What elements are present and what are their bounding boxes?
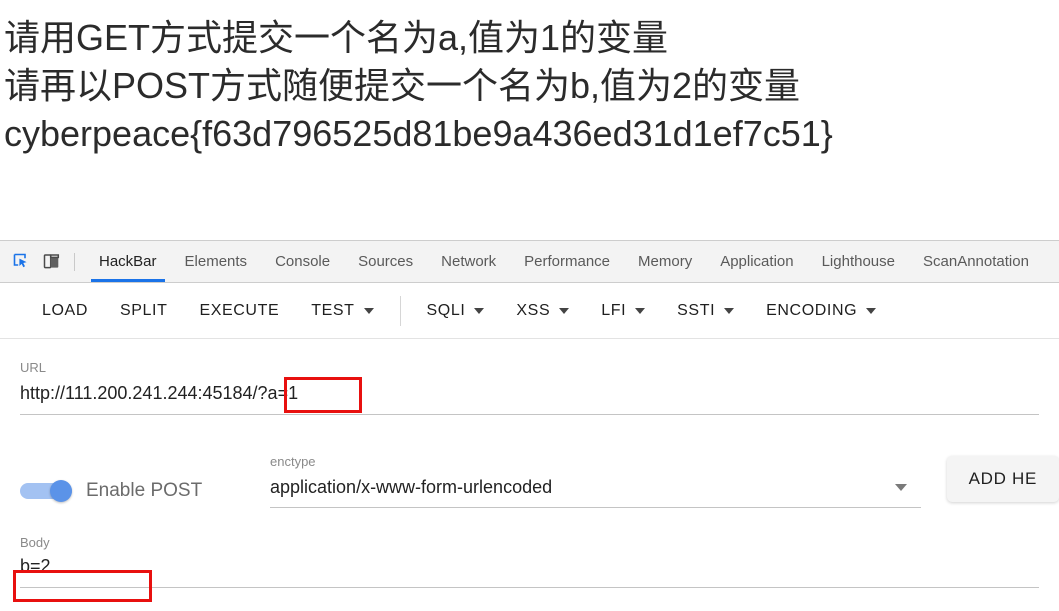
hackbar-toolbar: LOAD SPLIT EXECUTE TEST SQLI XSS LFI SST… bbox=[0, 283, 1059, 339]
page-content-area: 请用GET方式提交一个名为a,值为1的变量 请再以POST方式随便提交一个名为b… bbox=[0, 0, 1059, 240]
tab-hackbar[interactable]: HackBar bbox=[85, 241, 171, 282]
enable-post-toggle[interactable]: Enable POST bbox=[20, 480, 270, 508]
encoding-menu-button[interactable]: ENCODING bbox=[750, 295, 892, 327]
post-options-row: Enable POST enctype application/x-www-fo… bbox=[0, 455, 1059, 509]
tab-console[interactable]: Console bbox=[261, 241, 344, 282]
test-menu-label: TEST bbox=[311, 301, 355, 319]
sqli-menu-label: SQLI bbox=[426, 301, 466, 319]
enctype-select-value[interactable]: application/x-www-form-urlencoded bbox=[270, 477, 552, 499]
execute-button[interactable]: EXECUTE bbox=[183, 295, 295, 327]
tab-performance[interactable]: Performance bbox=[510, 241, 624, 282]
body-field[interactable]: Body b=2 bbox=[20, 536, 1039, 588]
body-field-underline bbox=[20, 586, 1039, 588]
lfi-menu-label: LFI bbox=[601, 301, 627, 319]
chevron-down-icon bbox=[474, 307, 485, 314]
chevron-down-icon bbox=[635, 307, 646, 314]
ssti-menu-label: SSTI bbox=[677, 301, 716, 319]
browser-window: 请用GET方式提交一个名为a,值为1的变量 请再以POST方式随便提交一个名为b… bbox=[0, 0, 1059, 611]
page-text-line-2: 请再以POST方式随便提交一个名为b,值为2的变量 bbox=[4, 64, 801, 106]
test-menu-button[interactable]: TEST bbox=[295, 295, 389, 327]
execute-button-label: EXECUTE bbox=[199, 301, 280, 319]
url-field[interactable]: URL http://111.200.241.244:45184/?a=1 bbox=[20, 361, 1039, 415]
tab-network[interactable]: Network bbox=[427, 241, 510, 282]
toggle-knob bbox=[50, 480, 72, 503]
split-button-label: SPLIT bbox=[119, 301, 168, 319]
tab-sources[interactable]: Sources bbox=[344, 241, 427, 282]
lfi-menu-button[interactable]: LFI bbox=[585, 295, 661, 327]
add-header-button[interactable]: ADD HE bbox=[946, 456, 1059, 503]
page-text-line-1: 请用GET方式提交一个名为a,值为1的变量 bbox=[4, 17, 669, 58]
tab-memory[interactable]: Memory bbox=[624, 241, 706, 282]
enctype-field-underline bbox=[270, 507, 921, 509]
chevron-down-icon bbox=[559, 307, 570, 314]
chevron-down-icon bbox=[724, 307, 735, 314]
tab-lighthouse[interactable]: Lighthouse bbox=[808, 241, 909, 282]
encoding-menu-label: ENCODING bbox=[766, 301, 858, 319]
toolbar-divider bbox=[399, 295, 401, 326]
url-input[interactable]: http://111.200.241.244:45184/?a=1 bbox=[20, 383, 1039, 405]
toolbar-divider bbox=[74, 252, 75, 271]
load-button[interactable]: LOAD bbox=[26, 295, 104, 327]
xss-menu-button[interactable]: XSS bbox=[500, 295, 585, 327]
xss-menu-label: XSS bbox=[516, 301, 551, 319]
hackbar-form: URL http://111.200.241.244:45184/?a=1 En… bbox=[0, 339, 1059, 588]
url-field-label: URL bbox=[20, 360, 47, 375]
body-input[interactable]: b=2 bbox=[20, 556, 1039, 578]
devtools-tabstrip: HackBar Elements Console Sources Network… bbox=[0, 241, 1059, 283]
split-button[interactable]: SPLIT bbox=[104, 295, 183, 327]
chevron-down-icon[interactable] bbox=[894, 483, 907, 491]
tab-elements[interactable]: Elements bbox=[171, 241, 262, 282]
flag-text-line: cyberpeace{f63d796525d81be9a436ed31d1ef7… bbox=[4, 112, 833, 154]
device-toolbar-icon[interactable] bbox=[38, 249, 64, 275]
load-button-label: LOAD bbox=[42, 301, 88, 319]
inspect-element-cursor-icon[interactable] bbox=[8, 249, 34, 275]
enctype-field[interactable]: enctype application/x-www-form-urlencode… bbox=[270, 455, 921, 509]
url-field-underline bbox=[20, 413, 1039, 415]
tab-application[interactable]: Application bbox=[706, 241, 807, 282]
ssti-menu-button[interactable]: SSTI bbox=[661, 295, 750, 327]
sqli-menu-button[interactable]: SQLI bbox=[411, 295, 501, 327]
toggle-switch[interactable] bbox=[20, 480, 72, 503]
tab-scanannotation[interactable]: ScanAnnotation bbox=[909, 241, 1043, 282]
enctype-field-label: enctype bbox=[270, 453, 316, 469]
chevron-down-icon bbox=[866, 307, 877, 314]
devtools-panel: HackBar Elements Console Sources Network… bbox=[0, 240, 1059, 611]
body-field-label: Body bbox=[20, 535, 50, 551]
enable-post-label: Enable POST bbox=[86, 480, 203, 502]
chevron-down-icon bbox=[363, 307, 374, 314]
